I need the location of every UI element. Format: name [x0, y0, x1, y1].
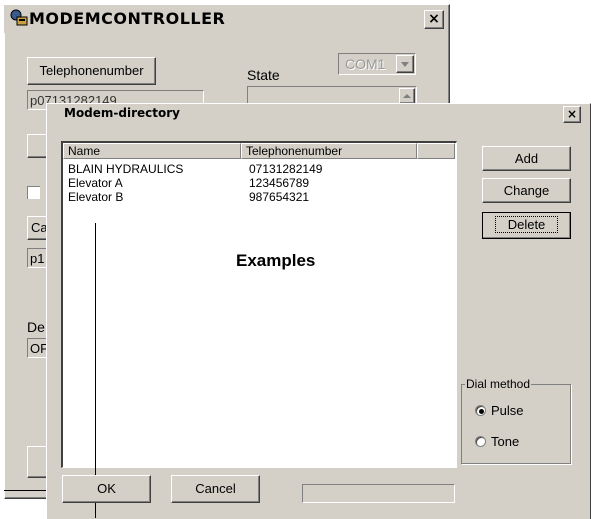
- partial-p1-value: p1: [30, 251, 45, 266]
- state-label: State: [247, 67, 280, 83]
- divider-line: [4, 490, 46, 491]
- list-item-number[interactable]: 987654321: [249, 191, 309, 204]
- telephonenumber-button-label: Telephonenumber: [39, 63, 144, 78]
- radio-selected-dot: [479, 409, 484, 414]
- ok-button-label: OK: [97, 481, 116, 496]
- column-header-empty[interactable]: [417, 143, 455, 159]
- add-button[interactable]: Add: [482, 146, 571, 171]
- delete-button[interactable]: Delete: [482, 212, 571, 239]
- chevron-down-icon: [401, 62, 409, 67]
- cancel-button-label: Cancel: [195, 481, 236, 496]
- close-icon: ×: [428, 11, 440, 27]
- ok-button[interactable]: OK: [62, 475, 151, 503]
- annotation-pointer-line: [95, 223, 96, 518]
- list-item-name[interactable]: Elevator A: [68, 177, 123, 190]
- close-icon: ×: [566, 107, 578, 121]
- change-button-label: Change: [503, 183, 550, 198]
- partial-checkbox[interactable]: [27, 186, 40, 199]
- delete-button-label: Delete: [494, 216, 559, 233]
- telephonenumber-button[interactable]: Telephonenumber: [27, 57, 156, 85]
- port-select[interactable]: COM1: [338, 53, 416, 75]
- pulse-label[interactable]: Pulse: [491, 403, 524, 418]
- change-button[interactable]: Change: [482, 178, 571, 203]
- pulse-radio[interactable]: [475, 405, 486, 416]
- dialog-close-button[interactable]: ×: [563, 106, 581, 123]
- cancel-button[interactable]: Cancel: [171, 475, 260, 503]
- examples-annotation: Examples: [236, 251, 316, 270]
- dial-method-group: [461, 384, 571, 464]
- partial-de-label: De: [27, 319, 45, 335]
- dialog-title: Modem-directory: [64, 106, 180, 120]
- add-button-label: Add: [514, 151, 539, 166]
- column-header-name[interactable]: Name: [63, 143, 241, 159]
- dial-method-label: Dial method: [465, 377, 532, 391]
- port-select-value: COM1: [345, 56, 386, 72]
- column-header-telephonenumber[interactable]: Telephonenumber: [241, 143, 417, 159]
- window-title: MODEMCONTROLLER: [29, 9, 226, 28]
- progress-bar: [302, 484, 455, 503]
- list-item-number[interactable]: 07131282149: [249, 163, 322, 176]
- tone-label[interactable]: Tone: [491, 434, 519, 449]
- modem-app-icon: [10, 9, 28, 26]
- list-item-number[interactable]: 123456789: [249, 177, 309, 190]
- chevron-up-icon: [403, 94, 411, 98]
- main-close-button[interactable]: ×: [424, 10, 444, 29]
- list-item-name[interactable]: BLAIN HYDRAULICS: [68, 163, 183, 176]
- list-item-name[interactable]: Elevator B: [68, 191, 123, 204]
- port-dropdown-button[interactable]: [396, 55, 414, 73]
- tone-radio[interactable]: [475, 436, 486, 447]
- state-scroll-button[interactable]: [399, 88, 415, 104]
